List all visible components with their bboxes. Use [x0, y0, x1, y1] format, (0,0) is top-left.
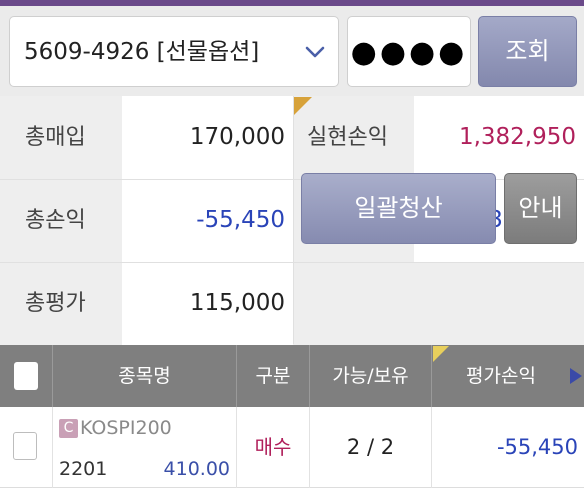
total-pl-label: 총손익 — [0, 179, 122, 262]
total-buy-label: 총매입 — [0, 96, 122, 179]
header-select-all-cell — [0, 345, 53, 407]
table-row[interactable]: C KOSPI200 2201 410.00 매수 2 / 2 -55,450 — [0, 407, 584, 488]
password-field[interactable]: ●●●● — [347, 16, 471, 87]
header-avail-hold[interactable]: 가능/보유 — [310, 345, 432, 407]
row-avail-hold: 2 / 2 — [310, 407, 432, 488]
header-name[interactable]: 종목명 — [53, 345, 237, 407]
account-value: 5609-4926 [선물옵션] — [24, 39, 260, 65]
call-tag-badge: C — [59, 419, 78, 438]
row-name: KOSPI200 — [80, 417, 172, 439]
summary-panel: 총매입 170,000 실현손익 1,382,950 총손익 -55,450 총… — [0, 96, 584, 345]
account-select[interactable]: 5609-4926 [선물옵션] — [9, 16, 339, 87]
note-marker-icon — [294, 97, 312, 115]
guide-button[interactable]: 안내 — [504, 173, 577, 244]
select-all-checkbox[interactable] — [14, 362, 38, 390]
password-mask: ●●●● — [350, 35, 468, 70]
row-name-line: C KOSPI200 — [59, 417, 172, 439]
query-button[interactable]: 조회 — [478, 16, 577, 87]
divider — [0, 262, 584, 263]
total-eval-label: 총평가 — [0, 262, 122, 345]
row-checkbox[interactable] — [13, 432, 37, 460]
triangle-right-icon[interactable] — [569, 367, 583, 385]
row-type: 매수 — [237, 407, 310, 488]
bulk-close-button[interactable]: 일괄청산 — [301, 173, 496, 244]
divider — [0, 179, 584, 180]
table-header: 종목명 구분 가능/보유 평가손익 — [0, 345, 584, 407]
total-eval-value: 115,000 — [122, 262, 293, 345]
header-eval-pl[interactable]: 평가손익 — [432, 345, 584, 407]
row-eval-pl: -55,450 — [496, 435, 578, 459]
realized-pl-value: 1,382,950 — [414, 96, 584, 179]
row-code: 2201 — [59, 458, 108, 480]
note-marker-icon — [433, 346, 449, 362]
chevron-down-icon — [305, 46, 325, 58]
row-price: 410.00 — [163, 458, 230, 480]
action-area — [293, 262, 584, 345]
header-type[interactable]: 구분 — [237, 345, 310, 407]
total-buy-value: 170,000 — [122, 96, 293, 179]
divider — [293, 96, 294, 344]
total-pl-value: -55,450 — [122, 179, 293, 262]
row-select-cell — [0, 407, 53, 488]
query-bar: 5609-4926 [선물옵션] ●●●● 조회 — [0, 6, 584, 96]
row-name-cell: C KOSPI200 2201 410.00 — [53, 407, 237, 488]
